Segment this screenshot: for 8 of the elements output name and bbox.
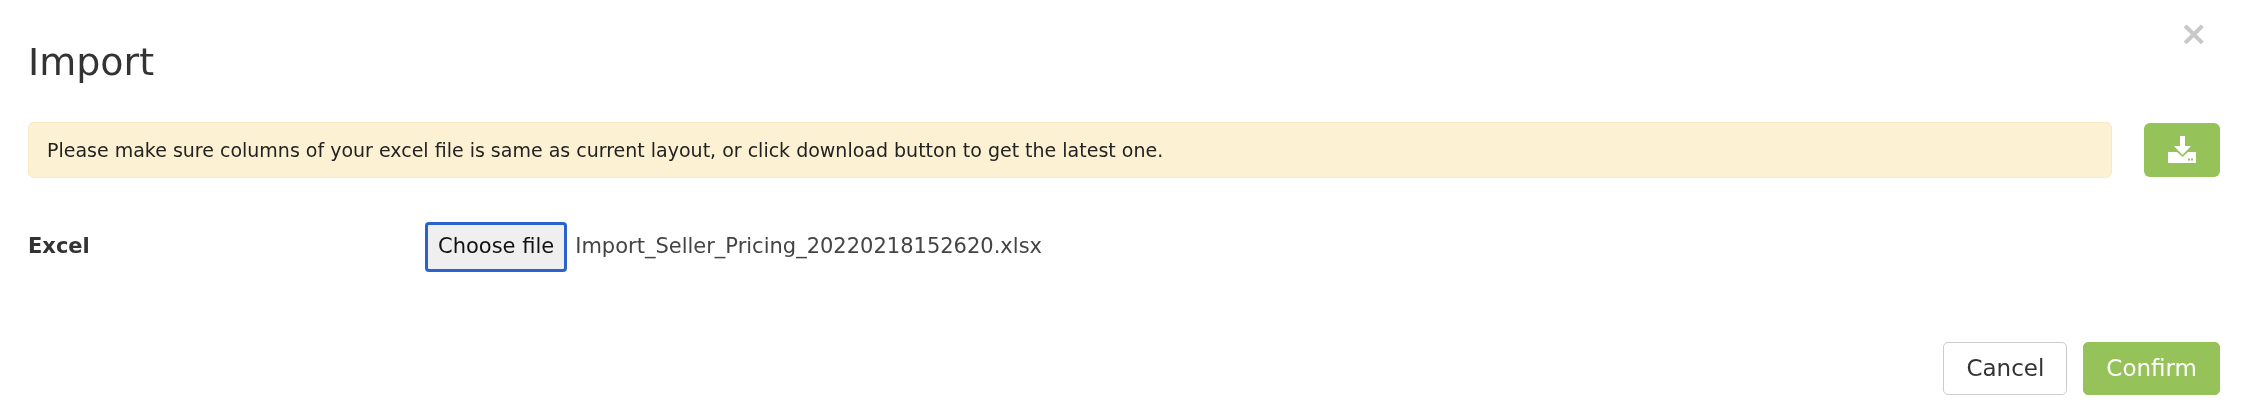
download-icon xyxy=(2167,135,2197,165)
dialog-title: Import xyxy=(28,40,155,86)
cancel-button[interactable]: Cancel xyxy=(1943,341,2068,395)
file-name: Import_Seller_Pricing_20220218152620.xlsx xyxy=(575,233,1042,261)
choose-file-button[interactable]: Choose file xyxy=(425,222,568,272)
field-label: Excel xyxy=(28,233,91,260)
download-button[interactable] xyxy=(2144,123,2220,177)
notice-message: Please make sure columns of your excel file is same as current layout, or click download button to get the latest one. xyxy=(28,122,2112,178)
